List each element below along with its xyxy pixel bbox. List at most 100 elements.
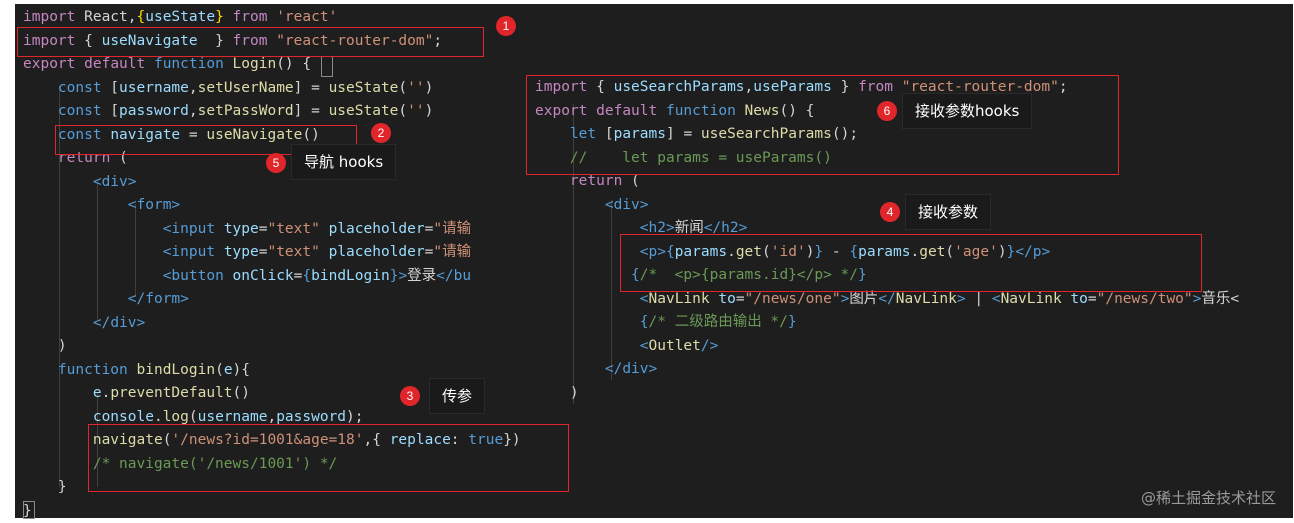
code-token: React,	[75, 9, 136, 25]
annotation-badge-1: 1	[496, 16, 516, 36]
code-token: export	[23, 56, 75, 72]
code-token	[224, 9, 233, 25]
code-token: </	[605, 361, 622, 377]
code-token: "请输	[433, 244, 471, 260]
code-token	[535, 197, 605, 213]
code-token: useState	[329, 80, 399, 96]
code-token: (	[215, 362, 224, 378]
code-token: =	[736, 291, 745, 307]
code-token: </	[93, 315, 110, 331]
code-token	[23, 268, 163, 284]
code-token: (	[398, 80, 407, 96]
code-token: </	[128, 291, 145, 307]
code-token	[535, 267, 631, 283]
tip-pass-params: 传参	[430, 379, 484, 413]
code-token	[23, 150, 58, 166]
annotation-badge-6: 6	[877, 101, 897, 121]
code-token: >	[649, 361, 658, 377]
code-token: )	[23, 338, 67, 354]
code-token	[535, 291, 640, 307]
code-token: >	[128, 174, 137, 190]
code-token: >	[640, 197, 649, 213]
code-token: [	[102, 103, 119, 119]
code-token: |	[966, 291, 992, 307]
code-token: =	[1088, 291, 1097, 307]
code-token: to	[1070, 291, 1087, 307]
code-token: <	[605, 197, 614, 213]
code-token: NavLink	[896, 291, 957, 307]
code-token: }	[788, 314, 797, 330]
code-token: default	[84, 56, 145, 72]
code-token: password	[276, 409, 346, 425]
code-token	[145, 56, 154, 72]
code-line: const [username,setUserName] = useState(…	[23, 77, 521, 101]
code-token: ''	[407, 103, 424, 119]
code-token	[23, 432, 93, 448]
code-token: return	[570, 173, 622, 189]
code-token: /* 二级路由输出 */	[649, 314, 788, 330]
annotation-badge-3: 3	[400, 386, 420, 406]
code-token: ] =	[294, 103, 329, 119]
code-token: <	[128, 197, 137, 213]
code-token: .	[154, 409, 163, 425]
code-line: </div>	[23, 312, 521, 336]
highlight-import-usenavigate	[17, 27, 484, 57]
code-token: const	[58, 80, 102, 96]
code-token: ,	[189, 80, 198, 96]
code-token: input	[171, 221, 215, 237]
code-token: preventDefault	[110, 385, 232, 401]
code-token	[75, 56, 84, 72]
code-line: <button onClick={bindLogin}>登录</bu	[23, 265, 521, 289]
code-token: const	[58, 103, 102, 119]
code-token	[23, 127, 58, 143]
code-token: (	[398, 103, 407, 119]
code-token: to	[718, 291, 735, 307]
annotation-badge-2: 2	[371, 123, 391, 143]
code-token: type	[224, 244, 259, 260]
code-token: console	[93, 409, 154, 425]
code-token: e	[224, 362, 233, 378]
code-token	[23, 174, 93, 190]
code-token: {	[302, 268, 311, 284]
code-line: )	[23, 335, 521, 359]
code-token: )	[425, 80, 434, 96]
code-token: </	[436, 268, 453, 284]
code-token: Outlet	[649, 338, 701, 354]
code-token: </	[878, 291, 895, 307]
code-token: NavLink	[1001, 291, 1062, 307]
code-token: ()	[233, 385, 250, 401]
code-token: div	[614, 197, 640, 213]
code-token: "/news/one"	[745, 291, 841, 307]
code-line: }	[23, 500, 521, 523]
code-token	[215, 244, 224, 260]
code-token: ,	[267, 409, 276, 425]
code-token: bu	[454, 268, 471, 284]
code-token: type	[224, 221, 259, 237]
code-token	[23, 362, 58, 378]
code-token: div	[110, 315, 136, 331]
code-token	[128, 362, 137, 378]
code-token	[267, 9, 276, 25]
code-line: <input type="text" placeholder="请输	[23, 241, 521, 265]
bracket-match-highlight	[23, 501, 35, 519]
code-token	[320, 221, 329, 237]
code-token: }	[23, 479, 67, 495]
code-line: </form>	[23, 288, 521, 312]
code-token	[23, 291, 128, 307]
code-token: setPassWord	[198, 103, 294, 119]
code-token: >	[137, 315, 146, 331]
code-token	[535, 173, 570, 189]
code-line: import React,{useState} from 'react'	[23, 6, 521, 30]
code-token: form	[145, 291, 180, 307]
tip-receive-params: 接收参数	[906, 195, 990, 229]
code-token	[535, 361, 605, 377]
code-token	[23, 221, 163, 237]
code-token: }	[215, 9, 224, 25]
code-token	[535, 314, 640, 330]
code-token: (	[189, 409, 198, 425]
code-token	[320, 244, 329, 260]
code-token: placeholder	[329, 221, 425, 237]
code-token: e	[93, 385, 102, 401]
code-token: useState	[145, 9, 215, 25]
code-token: bindLogin	[137, 362, 216, 378]
